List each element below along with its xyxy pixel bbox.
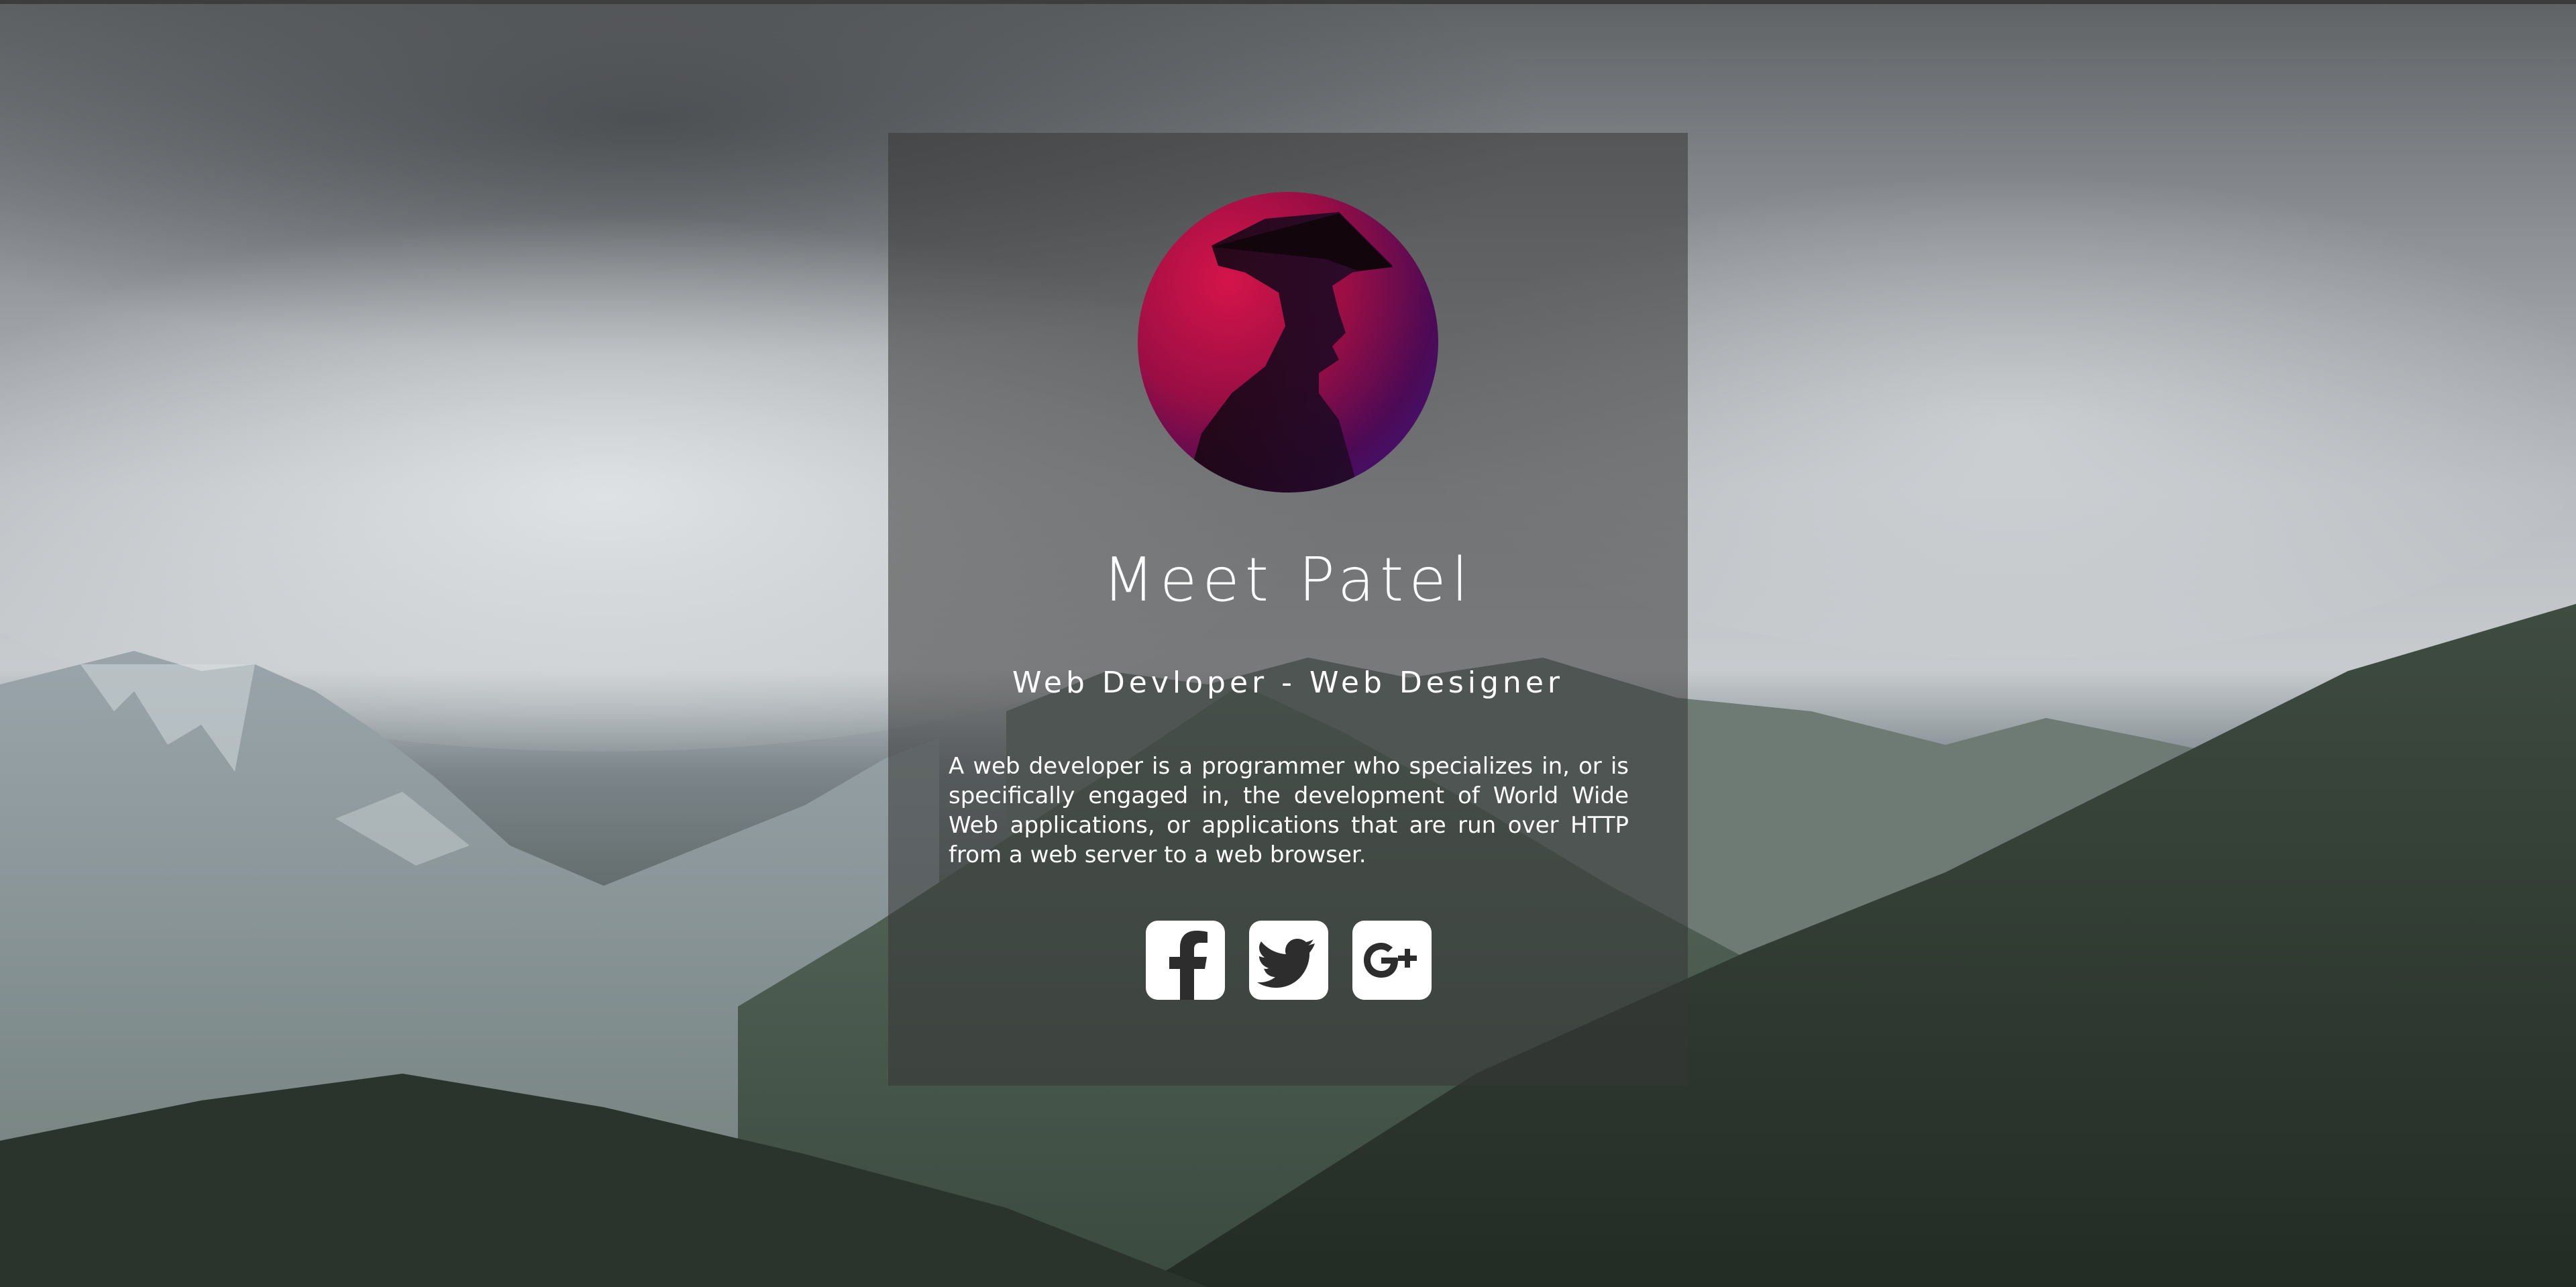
twitter-icon <box>1257 939 1315 988</box>
facebook-icon <box>1169 931 1208 1000</box>
profile-bio: A web developer is a programmer who spec… <box>949 753 1629 868</box>
google-plus-icon <box>1364 943 1417 978</box>
facebook-button[interactable] <box>1146 921 1225 1000</box>
avatar-silhouette <box>1185 212 1393 493</box>
page-background: Meet Patel Web Devloper - Web Designer A… <box>0 0 2576 1287</box>
social-links <box>1146 921 1432 1001</box>
twitter-button[interactable] <box>1249 921 1328 1000</box>
profile-role: Web Devloper - Web Designer <box>1012 666 1564 700</box>
profile-card: Meet Patel Web Devloper - Web Designer A… <box>888 133 1688 1086</box>
profile-name: Meet Patel <box>1102 545 1474 615</box>
profile-avatar <box>1138 192 1438 493</box>
google-plus-button[interactable] <box>1352 921 1432 1000</box>
